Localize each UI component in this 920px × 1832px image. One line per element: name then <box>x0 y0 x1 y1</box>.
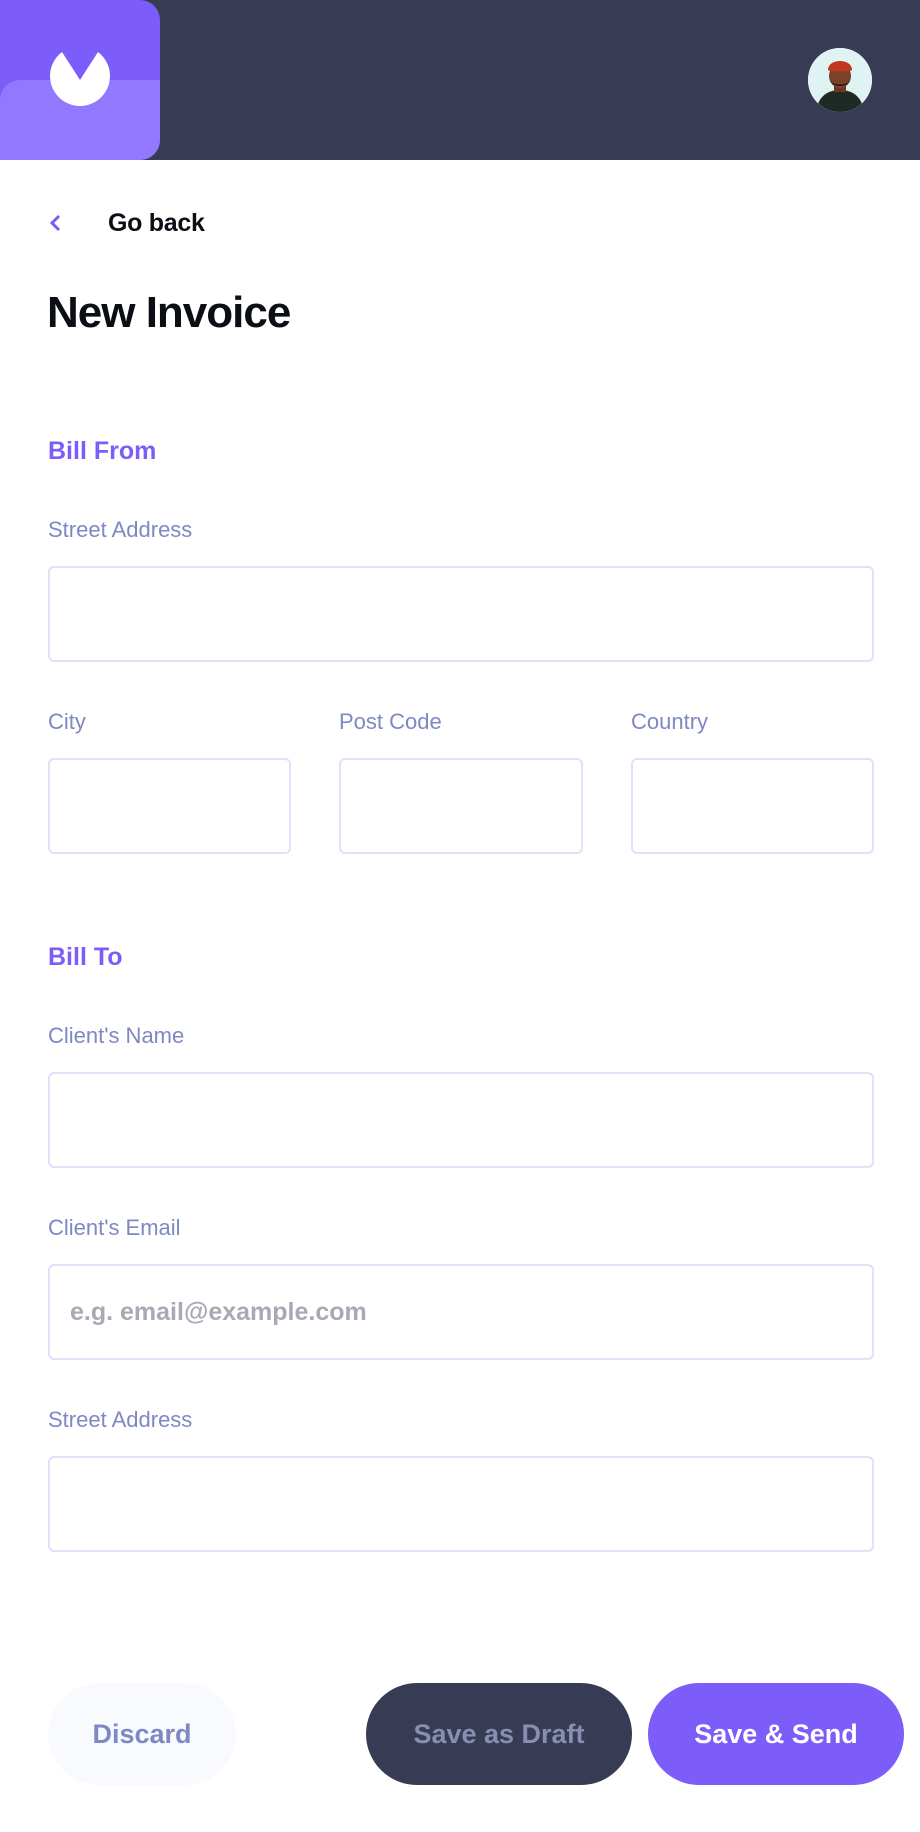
bill-from-heading: Bill From <box>48 437 157 465</box>
save-as-draft-button[interactable]: Save as Draft <box>366 1683 632 1785</box>
go-back-label: Go back <box>108 208 205 237</box>
city-input[interactable] <box>48 758 291 854</box>
top-bar <box>0 0 920 160</box>
bill-from-street-input[interactable] <box>48 566 874 662</box>
country-input[interactable] <box>631 758 874 854</box>
client-email-input[interactable] <box>48 1264 874 1360</box>
client-name-label: Client's Name <box>48 1023 185 1048</box>
bill-from-street-label: Street Address <box>48 517 193 542</box>
country-label: Country <box>631 709 709 734</box>
city-label: City <box>48 709 86 734</box>
user-avatar[interactable] <box>808 48 872 112</box>
bill-to-heading: Bill To <box>48 943 123 971</box>
go-back-link[interactable]: Go back <box>48 203 205 243</box>
bill-to-street-label: Street Address <box>48 1407 193 1432</box>
avatar-image <box>808 48 872 112</box>
post-code-input[interactable] <box>339 758 583 854</box>
post-code-label: Post Code <box>339 709 442 734</box>
save-and-send-button[interactable]: Save & Send <box>648 1683 904 1785</box>
client-email-label: Client's Email <box>48 1215 181 1240</box>
page-title: New Invoice <box>47 288 291 337</box>
brand-logo-icon <box>50 52 110 106</box>
discard-button[interactable]: Discard <box>48 1683 236 1785</box>
client-name-input[interactable] <box>48 1072 874 1168</box>
brand-logo[interactable] <box>0 0 160 160</box>
bill-to-street-input[interactable] <box>48 1456 874 1552</box>
chevron-left-icon <box>49 214 61 232</box>
